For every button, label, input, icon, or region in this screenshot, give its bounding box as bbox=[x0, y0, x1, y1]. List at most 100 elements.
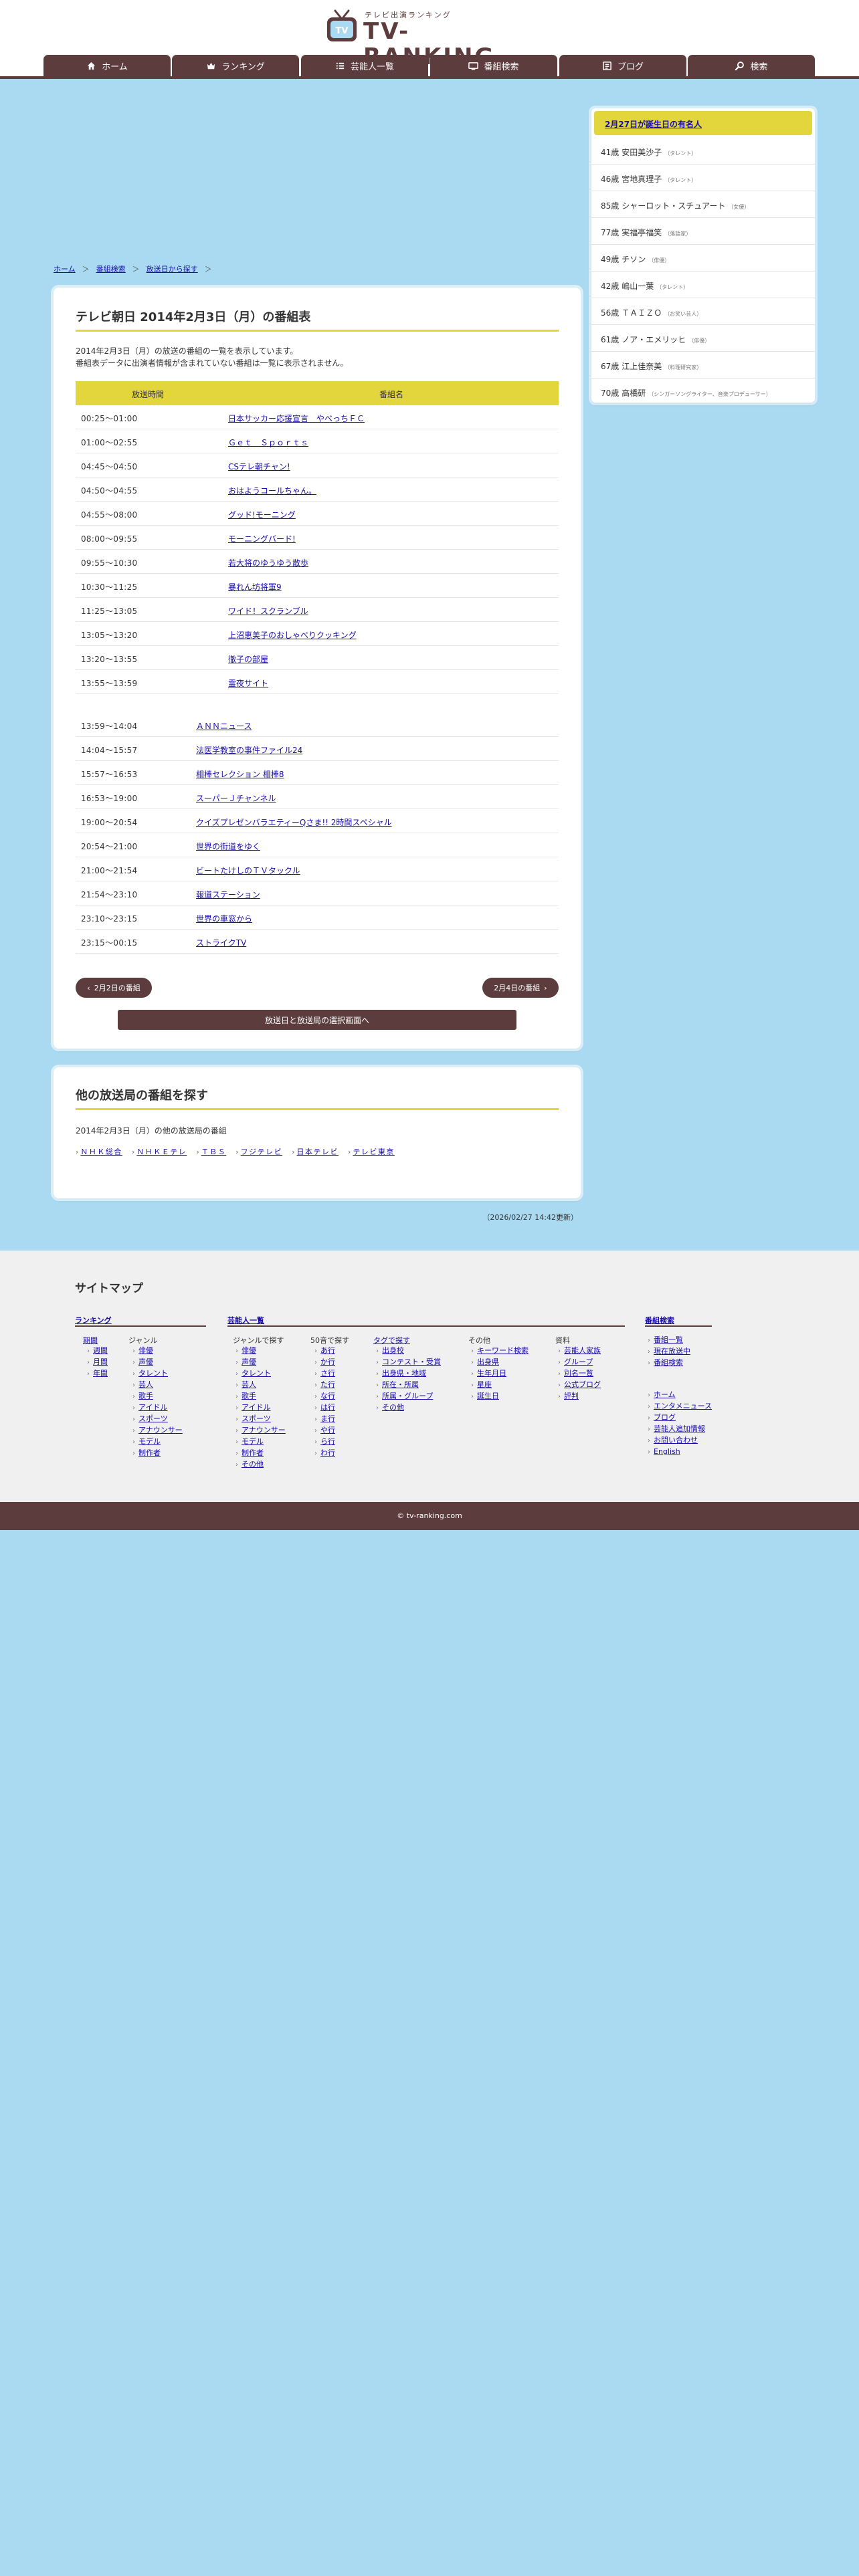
sitemap-link[interactable]: 芸人 bbox=[242, 1380, 256, 1389]
sitemap-link[interactable]: キーワード検索 bbox=[477, 1346, 529, 1355]
sitemap-link[interactable]: アナウンサー bbox=[138, 1426, 183, 1434]
program-link[interactable]: Ｇｅｔ Ｓｐｏｒｔｓ bbox=[228, 437, 308, 448]
sitemap-link[interactable]: 生年月日 bbox=[477, 1369, 506, 1378]
sitemap-link[interactable]: 芸能人家族 bbox=[564, 1346, 601, 1355]
breadcrumb-home[interactable]: ホーム bbox=[54, 265, 76, 274]
sitemap-link[interactable]: な行 bbox=[320, 1392, 335, 1400]
sitemap-link[interactable]: アナウンサー bbox=[242, 1426, 286, 1434]
program-link[interactable]: ビートたけしのＴＶタックル bbox=[196, 865, 300, 876]
sitemap-link[interactable]: 歌手 bbox=[138, 1392, 153, 1400]
sitemap-link[interactable]: 公式ブログ bbox=[564, 1380, 601, 1389]
birthday-item[interactable]: 85歳 シャーロット・スチュアート （女優） bbox=[591, 191, 815, 218]
station-link-item[interactable]: › ＮＨＫＥテレ bbox=[132, 1146, 187, 1157]
sitemap-link[interactable]: 評判 bbox=[564, 1392, 579, 1400]
sitemap-link[interactable]: 所在・所属 bbox=[382, 1380, 419, 1389]
birthday-item[interactable]: 77歳 実福亭福笑 （落語家） bbox=[591, 218, 815, 245]
nav-blog[interactable]: ブログ bbox=[559, 55, 686, 76]
station-tv-tokyo[interactable]: テレビ東京 bbox=[353, 1148, 395, 1156]
station-nhk-etv[interactable]: ＮＨＫＥテレ bbox=[136, 1148, 187, 1156]
sitemap-ranking-link[interactable]: ランキング bbox=[75, 1316, 112, 1325]
sitemap-link[interactable]: アイドル bbox=[242, 1403, 270, 1412]
breadcrumb-program-search[interactable]: 番組検索 bbox=[96, 265, 126, 274]
sitemap-link[interactable]: ホーム bbox=[654, 1390, 676, 1399]
birthday-item[interactable]: 56歳 ＴＡＩＺＯ （お笑い芸人） bbox=[591, 298, 815, 325]
sitemap-tag-link[interactable]: タグで探す bbox=[373, 1336, 410, 1345]
station-ntv[interactable]: 日本テレビ bbox=[297, 1148, 339, 1156]
sitemap-link[interactable]: スポーツ bbox=[242, 1414, 271, 1423]
sitemap-link[interactable]: ら行 bbox=[320, 1437, 335, 1446]
birthday-item[interactable]: 61歳 ノア・エメリッヒ （俳優） bbox=[591, 325, 815, 352]
sitemap-link[interactable]: その他 bbox=[242, 1460, 264, 1469]
birthday-item[interactable]: 70歳 高橋研 （シンガーソングライター、音楽プロデューサー） bbox=[591, 379, 815, 403]
sitemap-link[interactable]: 声優 bbox=[138, 1358, 153, 1366]
sitemap-link[interactable]: モデル bbox=[138, 1437, 161, 1446]
sitemap-link[interactable]: 番組一覧 bbox=[654, 1335, 683, 1344]
program-link[interactable]: ＡＮＮニュース bbox=[196, 720, 252, 732]
sitemap-link[interactable]: わ行 bbox=[320, 1448, 335, 1457]
sitemap-link[interactable]: 俳優 bbox=[242, 1346, 256, 1355]
sitemap-link[interactable]: 現在放送中 bbox=[654, 1347, 690, 1356]
program-link[interactable]: 相棒セレクション 相棒8 bbox=[196, 768, 284, 780]
select-date-station-button[interactable]: 放送日と放送局の選択画面へ bbox=[118, 1010, 516, 1030]
nav-talent-list[interactable]: 芸能人一覧 bbox=[301, 55, 428, 76]
program-link[interactable]: CSテレ朝チャン! bbox=[228, 461, 290, 472]
next-day-button[interactable]: 2月4日の番組 › bbox=[482, 978, 559, 998]
sitemap-link[interactable]: お問い合わせ bbox=[654, 1436, 698, 1444]
program-link[interactable]: 上沼恵美子のおしゃべりクッキング bbox=[228, 629, 357, 641]
sitemap-link[interactable]: コンテスト・受賞 bbox=[382, 1358, 441, 1366]
program-link[interactable]: クイズプレゼンバラエティーQさま!! 2時間スペシャル bbox=[196, 817, 392, 828]
program-link[interactable]: ストライクTV bbox=[196, 937, 246, 948]
sitemap-link[interactable]: 星座 bbox=[477, 1380, 492, 1389]
sitemap-link[interactable]: アイドル bbox=[138, 1403, 167, 1412]
station-link-item[interactable]: › ＮＨＫ総合 bbox=[76, 1146, 122, 1157]
breadcrumb-by-date[interactable]: 放送日から探す bbox=[147, 265, 198, 274]
sitemap-link[interactable]: さ行 bbox=[320, 1369, 335, 1378]
nav-ranking[interactable]: ランキング bbox=[172, 55, 299, 76]
sitemap-link[interactable]: 出身校 bbox=[382, 1346, 404, 1355]
birthday-item[interactable]: 49歳 チソン （俳優） bbox=[591, 245, 815, 272]
program-link[interactable]: モーニングバード! bbox=[228, 533, 296, 544]
sitemap-program-link[interactable]: 番組検索 bbox=[645, 1316, 674, 1325]
sitemap-link[interactable]: た行 bbox=[320, 1380, 335, 1389]
station-tbs[interactable]: ＴＢＳ bbox=[201, 1148, 227, 1156]
program-link[interactable]: おはようコールちゃん。 bbox=[228, 485, 316, 496]
nav-program-search[interactable]: 番組検索 bbox=[430, 55, 557, 76]
sitemap-link[interactable]: 月間 bbox=[93, 1358, 108, 1366]
station-link-item[interactable]: › フジテレビ bbox=[235, 1146, 282, 1157]
birthday-item[interactable]: 42歳 嶋山一葉 （タレント） bbox=[591, 272, 815, 298]
sitemap-period-link[interactable]: 期間 bbox=[83, 1336, 98, 1345]
sitemap-link[interactable]: エンタメニュース bbox=[654, 1402, 712, 1410]
program-link[interactable]: 暴れん坊将軍9 bbox=[228, 581, 282, 593]
program-link[interactable]: 日本サッカー応援宣言 やべっちＦＣ bbox=[228, 413, 365, 424]
sitemap-link[interactable]: や行 bbox=[320, 1426, 335, 1434]
sitemap-link[interactable]: タレント bbox=[242, 1369, 271, 1378]
nav-home[interactable]: ホーム bbox=[43, 55, 171, 76]
sitemap-link[interactable]: は行 bbox=[320, 1403, 335, 1412]
site-logo[interactable]: TV テレビ出演ランキング TV-RANKING bbox=[324, 8, 535, 70]
program-link[interactable]: 報道ステーション bbox=[196, 889, 260, 900]
program-link[interactable]: 世界の車窓から bbox=[196, 913, 252, 924]
sitemap-link[interactable]: 歌手 bbox=[242, 1392, 256, 1400]
program-link[interactable]: 徹子の部屋 bbox=[228, 653, 268, 665]
sitemap-link[interactable]: タレント bbox=[138, 1369, 168, 1378]
sitemap-link[interactable]: English bbox=[654, 1447, 680, 1456]
sitemap-link[interactable]: グループ bbox=[564, 1358, 593, 1366]
birthday-item[interactable]: 41歳 安田美沙子 （タレント） bbox=[591, 138, 815, 165]
station-link-item[interactable]: › ＴＢＳ bbox=[196, 1146, 226, 1157]
sitemap-talents-link[interactable]: 芸能人一覧 bbox=[227, 1316, 264, 1325]
sitemap-link[interactable]: あ行 bbox=[320, 1346, 335, 1355]
station-link-item[interactable]: › テレビ東京 bbox=[348, 1146, 395, 1157]
sitemap-link[interactable]: 番組検索 bbox=[654, 1358, 683, 1367]
birthday-item[interactable]: 46歳 宮地真理子 （タレント） bbox=[591, 165, 815, 191]
program-link[interactable]: 世界の街道をゆく bbox=[196, 841, 260, 852]
sitemap-link[interactable]: 別名一覧 bbox=[564, 1369, 593, 1378]
program-link[interactable]: グッド!モーニング bbox=[228, 509, 296, 520]
sitemap-link[interactable]: ま行 bbox=[320, 1414, 335, 1423]
sitemap-link[interactable]: 芸能人追加情報 bbox=[654, 1424, 705, 1433]
program-link[interactable]: スーパーＪチャンネル bbox=[196, 792, 276, 804]
sitemap-link[interactable]: 俳優 bbox=[138, 1346, 153, 1355]
sitemap-link[interactable]: 出身県・地域 bbox=[382, 1369, 426, 1378]
sitemap-link[interactable]: 出身県 bbox=[477, 1358, 499, 1366]
nav-search[interactable]: 検索 bbox=[688, 55, 815, 76]
sitemap-link[interactable]: スポーツ bbox=[138, 1414, 168, 1423]
